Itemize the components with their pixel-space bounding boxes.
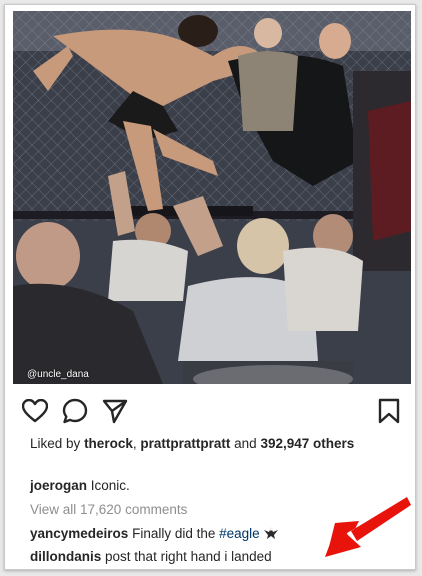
crowd-scene-image bbox=[13, 11, 411, 384]
liker-username-1[interactable]: therock bbox=[84, 436, 133, 451]
comment-text: Iconic. bbox=[90, 478, 130, 493]
comment-row: joerogan Iconic. bbox=[30, 477, 400, 495]
likes-and: and bbox=[234, 436, 257, 451]
likes-prefix: Liked by bbox=[30, 436, 81, 451]
comment-username[interactable]: yancymedeiros bbox=[30, 526, 128, 541]
comment-username[interactable]: dillondanis bbox=[30, 549, 101, 564]
likes-summary: Liked by therock, prattprattpratt and 39… bbox=[30, 435, 400, 453]
comment-username[interactable]: joerogan bbox=[30, 478, 87, 493]
likes-suffix[interactable]: others bbox=[313, 436, 354, 451]
bookmark-icon[interactable] bbox=[375, 397, 403, 425]
photo-credit-watermark: @uncle_dana bbox=[27, 369, 89, 380]
post-photo[interactable]: @uncle_dana bbox=[13, 11, 411, 384]
eagle-emoji-icon bbox=[263, 526, 279, 541]
paper-plane-icon[interactable] bbox=[101, 397, 129, 425]
likes-count[interactable]: 392,947 bbox=[260, 436, 309, 451]
post-action-bar bbox=[21, 397, 403, 425]
red-arrow-annotation-icon bbox=[325, 497, 411, 557]
comment-bubble-icon[interactable] bbox=[61, 397, 89, 425]
hashtag-link[interactable]: #eagle bbox=[219, 526, 260, 541]
comment-text: post that right hand i landed bbox=[105, 549, 272, 564]
liker-username-2[interactable]: prattprattpratt bbox=[140, 436, 230, 451]
heart-icon[interactable] bbox=[21, 397, 49, 425]
comment-text: Finally did the bbox=[132, 526, 216, 541]
likes-separator: , bbox=[132, 436, 137, 451]
instagram-post-card: @uncle_dana Liked by therock, prattpratt… bbox=[4, 4, 416, 570]
